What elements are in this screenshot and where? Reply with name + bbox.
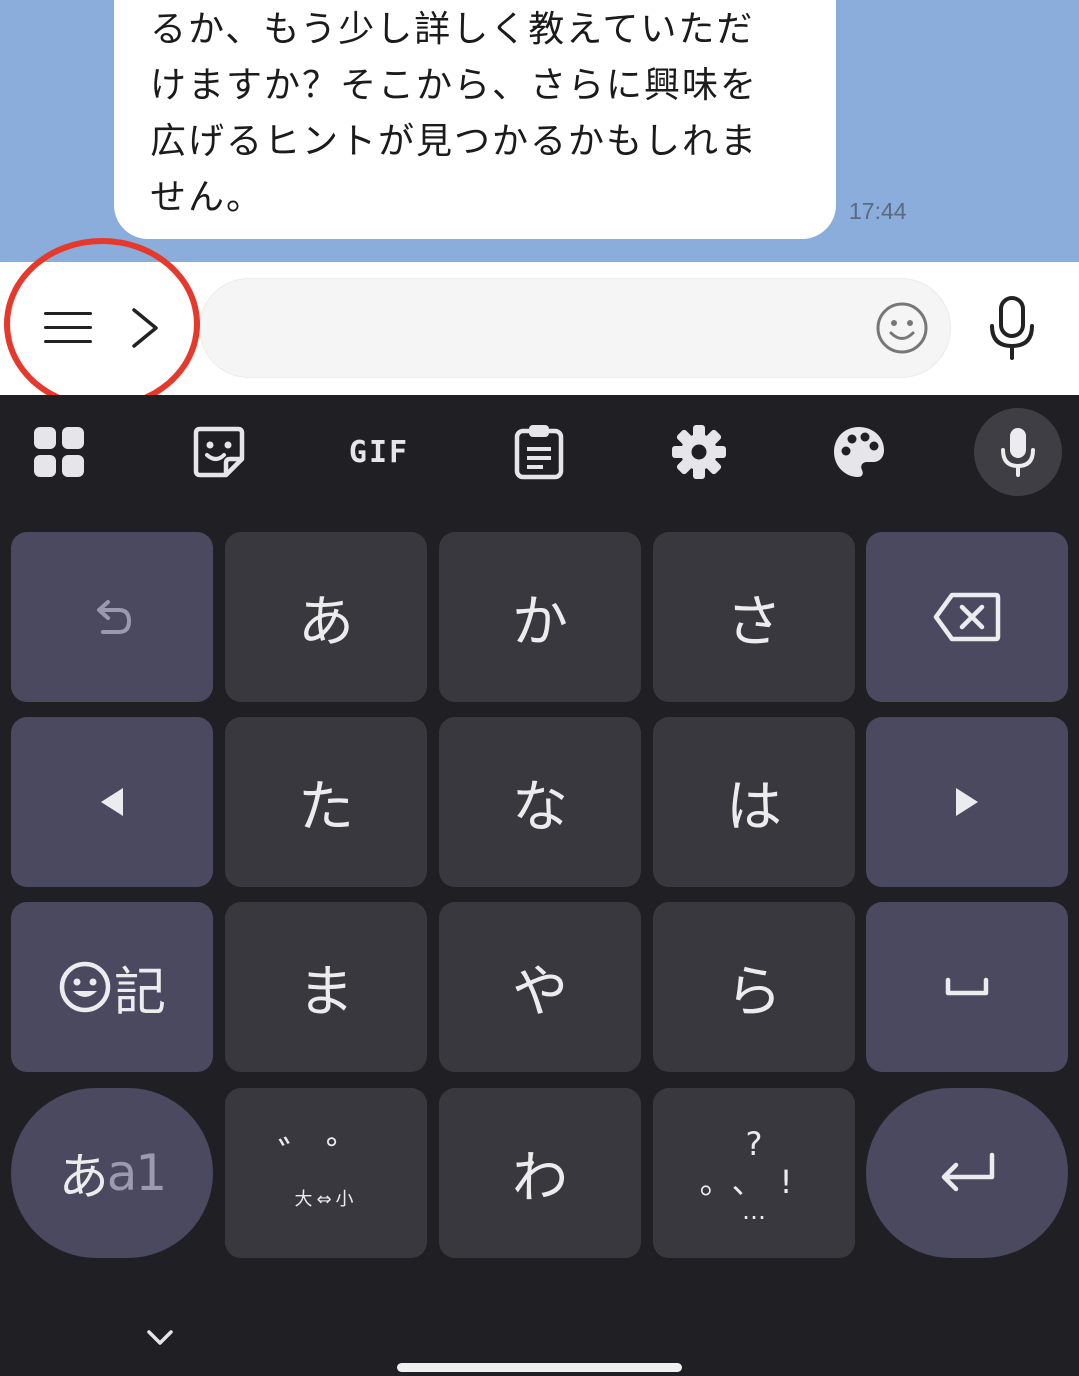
kigo-label: 記	[113, 962, 166, 1023]
backspace-icon	[933, 592, 1001, 642]
key-ya[interactable]: や	[439, 902, 641, 1072]
key-ha[interactable]: は	[653, 717, 855, 887]
message-input[interactable]	[199, 278, 951, 378]
cursor-left-key[interactable]	[11, 717, 213, 887]
key-na[interactable]: な	[439, 717, 641, 887]
backspace-key[interactable]	[866, 532, 1068, 702]
question-label: ?	[745, 1125, 763, 1163]
home-indicator[interactable]	[397, 1363, 682, 1372]
message-line: るか、もう少し詳しく教えていただ	[150, 9, 755, 50]
input-mode-key[interactable]: あ a1	[11, 1088, 213, 1258]
voice-input-icon	[1001, 428, 1035, 477]
clipboard-button[interactable]	[504, 417, 574, 487]
mode-kana-label: あ	[58, 1148, 109, 1206]
settings-gear-icon	[672, 425, 726, 479]
voice-input-button[interactable]	[974, 408, 1062, 496]
emoji-icon	[59, 961, 111, 1013]
message-line: せん。	[150, 177, 265, 218]
apps-button[interactable]	[24, 417, 94, 487]
message-line: けますか？そこから、さらに興味を	[150, 65, 759, 106]
chevron-right-icon	[132, 308, 158, 348]
key-wa[interactable]: わ	[439, 1088, 641, 1258]
palette-icon	[834, 427, 884, 477]
emoji-button[interactable]	[874, 300, 930, 356]
enter-key[interactable]	[866, 1088, 1068, 1258]
key-ra[interactable]: ら	[653, 902, 855, 1072]
sticker-button[interactable]	[184, 417, 254, 487]
dakuten-label: ゛゜	[278, 1134, 374, 1180]
message-bubble[interactable]: るか、もう少し詳しく教えていただ けますか？そこから、さらに興味を 広げるヒント…	[114, 0, 836, 239]
theme-button[interactable]	[824, 417, 894, 487]
space-icon	[945, 977, 989, 996]
punctuation-key[interactable]: ? 。、! …	[653, 1088, 855, 1258]
message-input-bar	[0, 262, 1079, 395]
hide-keyboard-button[interactable]	[140, 1319, 180, 1355]
cursor-right-key[interactable]	[866, 717, 1068, 887]
key-ma[interactable]: ま	[225, 902, 427, 1072]
voice-message-button[interactable]	[984, 294, 1040, 362]
message-timestamp: 17:44	[849, 198, 907, 224]
menu-icon	[44, 326, 92, 329]
enter-icon	[941, 1152, 995, 1192]
message-line: 広げるヒントが見つかるかもしれま	[150, 121, 759, 162]
key-ka[interactable]: か	[439, 532, 641, 702]
keyboard: GIF あ か さ た な は 記 ま や ら あ a1 ゛゜ 大⇔小 わ ? …	[0, 395, 1079, 1376]
size-toggle-label: 大⇔小	[294, 1189, 358, 1210]
dakuten-key[interactable]: ゛゜ 大⇔小	[225, 1088, 427, 1258]
gif-button[interactable]: GIF	[344, 417, 414, 487]
emoji-symbol-key[interactable]: 記	[11, 902, 213, 1072]
ellipsis-label: …	[742, 1197, 766, 1225]
space-key[interactable]	[866, 902, 1068, 1072]
key-ta[interactable]: た	[225, 717, 427, 887]
sticker-icon	[193, 426, 245, 478]
apps-grid-icon	[34, 427, 84, 477]
chevron-down-icon	[147, 1330, 173, 1345]
menu-icon	[44, 340, 92, 343]
settings-button[interactable]	[664, 417, 734, 487]
key-a[interactable]: あ	[225, 532, 427, 702]
menu-button[interactable]	[38, 302, 100, 354]
arrow-right-icon	[956, 788, 978, 816]
arrow-left-icon	[101, 788, 123, 816]
menu-icon	[44, 312, 92, 315]
smiley-icon	[876, 302, 928, 354]
expand-button[interactable]	[122, 302, 166, 354]
punctuation-label: 。、!	[699, 1163, 809, 1201]
undo-key[interactable]	[11, 532, 213, 702]
clipboard-icon	[514, 425, 564, 480]
mode-alpha-label: a1	[106, 1144, 167, 1202]
gif-icon: GIF	[348, 434, 410, 470]
key-sa[interactable]: さ	[653, 532, 855, 702]
undo-icon	[97, 600, 132, 634]
chat-area: るか、もう少し詳しく教えていただ けますか？そこから、さらに興味を 広げるヒント…	[0, 0, 1079, 262]
microphone-icon	[990, 296, 1034, 360]
